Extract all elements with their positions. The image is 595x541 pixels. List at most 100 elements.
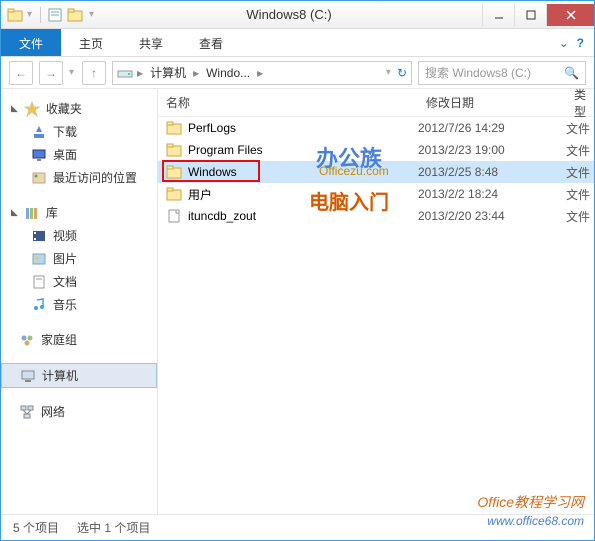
qat-more-icon[interactable]: ▾ — [89, 9, 96, 20]
statusbar: 5 个项目 选中 1 个项目 — [1, 514, 594, 540]
folder-icon — [166, 186, 182, 202]
maximize-button[interactable] — [514, 4, 546, 26]
sidebar-item-music[interactable]: 音乐 — [1, 293, 157, 316]
file-date: 2013/2/20 23:44 — [418, 209, 566, 223]
explorer-window: ▾ ▾ Windows8 (C:) 文件 主页 共享 查看 ⌄ ? ← → — [0, 0, 595, 541]
address-dropdown-icon[interactable]: ▾ — [386, 67, 393, 78]
sidebar-item-documents[interactable]: 文档 — [1, 270, 157, 293]
file-type: 文件 — [566, 186, 594, 203]
breadcrumb-computer[interactable]: 计算机 — [147, 64, 189, 81]
ribbon-tabs: 文件 主页 共享 查看 ⌄ ? — [1, 29, 594, 57]
refresh-icon[interactable]: ↻ — [397, 66, 407, 80]
chevron-right-icon[interactable]: ▸ — [193, 66, 199, 80]
window-title: Windows8 (C:) — [96, 7, 482, 22]
pictures-icon — [31, 251, 47, 267]
app-icon — [7, 7, 23, 23]
desktop-icon — [31, 147, 47, 163]
minimize-button[interactable] — [482, 4, 514, 26]
file-icon — [166, 208, 182, 224]
file-name: ituncdb_zout — [188, 209, 256, 223]
file-date: 2013/2/2 18:24 — [418, 187, 566, 201]
forward-button[interactable]: → — [39, 61, 63, 85]
file-name: Windows — [188, 165, 237, 179]
chevron-right-icon[interactable]: ▸ — [137, 66, 143, 80]
recent-icon — [31, 170, 47, 186]
network-icon — [19, 404, 35, 420]
file-name: 用户 — [188, 186, 212, 203]
sidebar-item-videos[interactable]: 视频 — [1, 224, 157, 247]
sidebar-libraries[interactable]: ◣ 库 — [1, 201, 157, 224]
sidebar-network[interactable]: 网络 — [1, 400, 157, 423]
address-bar[interactable]: ▸ 计算机 ▸ Windo... ▸ ▾ ↻ — [112, 61, 412, 85]
history-dropdown-icon[interactable]: ▾ — [69, 67, 76, 78]
collapse-icon[interactable]: ◣ — [11, 207, 18, 218]
file-list[interactable]: PerfLogs2012/7/26 14:29文件Program Files20… — [158, 117, 594, 514]
status-count: 5 个项目 — [13, 519, 59, 536]
search-icon: 🔍 — [564, 66, 579, 80]
status-selected: 选中 1 个项目 — [77, 519, 150, 536]
close-button[interactable] — [546, 4, 594, 26]
address-row: ← → ▾ ↑ ▸ 计算机 ▸ Windo... ▸ ▾ ↻ 搜索 Window… — [1, 57, 594, 89]
sidebar-item-pictures[interactable]: 图片 — [1, 247, 157, 270]
sidebar-computer[interactable]: 计算机 — [1, 363, 157, 388]
sidebar-homegroup[interactable]: 家庭组 — [1, 328, 157, 351]
libraries-icon — [24, 205, 40, 221]
drive-icon — [117, 65, 133, 81]
tab-view[interactable]: 查看 — [181, 29, 241, 56]
qat-dropdown-icon[interactable]: ▾ — [27, 9, 34, 20]
tab-file[interactable]: 文件 — [1, 29, 61, 56]
file-name: Program Files — [188, 143, 263, 157]
ribbon-expand-icon[interactable]: ⌄ — [559, 36, 569, 50]
search-placeholder: 搜索 Windows8 (C:) — [425, 64, 531, 81]
sidebar-favorites-label: 收藏夹 — [46, 100, 82, 117]
folder-icon — [166, 120, 182, 136]
sidebar-item-recent[interactable]: 最近访问的位置 — [1, 166, 157, 189]
chevron-right-icon[interactable]: ▸ — [257, 66, 263, 80]
properties-icon[interactable] — [47, 7, 63, 23]
documents-icon — [31, 274, 47, 290]
file-row[interactable]: Program Files 2013/2/23 19:00文件 — [158, 139, 594, 161]
quick-access-toolbar: ▾ ▾ — [1, 7, 96, 23]
back-button[interactable]: ← — [9, 61, 33, 85]
content-area: 名称 修改日期 类型 PerfLogs2012/7/26 14:29文件Prog… — [158, 89, 594, 514]
sidebar-libraries-label: 库 — [46, 204, 58, 221]
file-date: 2013/2/23 19:00 — [418, 143, 566, 157]
file-type: 文件 — [566, 164, 594, 181]
file-row[interactable]: 用户 2013/2/2 18:24文件 — [158, 183, 594, 205]
sidebar-item-desktop[interactable]: 桌面 — [1, 143, 157, 166]
file-row[interactable]: Windows 2013/2/25 8:48文件 — [158, 161, 594, 183]
help-icon[interactable]: ? — [577, 36, 584, 50]
sidebar-item-downloads[interactable]: 下载 — [1, 120, 157, 143]
window-controls — [482, 4, 594, 26]
body: ◣ 收藏夹 下载 桌面 最近访问的位置 ◣ 库 视频 图片 文档 音乐 — [1, 89, 594, 514]
tab-home[interactable]: 主页 — [61, 29, 121, 56]
file-type: 文件 — [566, 120, 594, 137]
sidebar-favorites[interactable]: ◣ 收藏夹 — [1, 97, 157, 120]
star-icon — [24, 101, 40, 117]
file-date: 2012/7/26 14:29 — [418, 121, 566, 135]
folder-icon — [166, 142, 182, 158]
column-type[interactable]: 类型 — [566, 86, 594, 120]
new-folder-icon[interactable] — [67, 7, 85, 23]
file-row[interactable]: PerfLogs 2012/7/26 14:29文件 — [158, 117, 594, 139]
file-date: 2013/2/25 8:48 — [418, 165, 566, 179]
tab-share[interactable]: 共享 — [121, 29, 181, 56]
up-button[interactable]: ↑ — [82, 61, 106, 85]
computer-icon — [20, 368, 36, 384]
column-date[interactable]: 修改日期 — [418, 94, 566, 111]
folder-icon — [166, 164, 182, 180]
collapse-icon[interactable]: ◣ — [11, 103, 18, 114]
video-icon — [31, 228, 47, 244]
file-type: 文件 — [566, 142, 594, 159]
column-name[interactable]: 名称 — [158, 94, 418, 111]
homegroup-icon — [19, 332, 35, 348]
music-icon — [31, 297, 47, 313]
sidebar: ◣ 收藏夹 下载 桌面 最近访问的位置 ◣ 库 视频 图片 文档 音乐 — [1, 89, 158, 514]
file-row[interactable]: ituncdb_zout 2013/2/20 23:44文件 — [158, 205, 594, 227]
search-input[interactable]: 搜索 Windows8 (C:) 🔍 — [418, 61, 586, 85]
column-headers: 名称 修改日期 类型 — [158, 89, 594, 117]
breadcrumb-drive[interactable]: Windo... — [203, 66, 253, 80]
file-type: 文件 — [566, 208, 594, 225]
titlebar: ▾ ▾ Windows8 (C:) — [1, 1, 594, 29]
file-name: PerfLogs — [188, 121, 236, 135]
